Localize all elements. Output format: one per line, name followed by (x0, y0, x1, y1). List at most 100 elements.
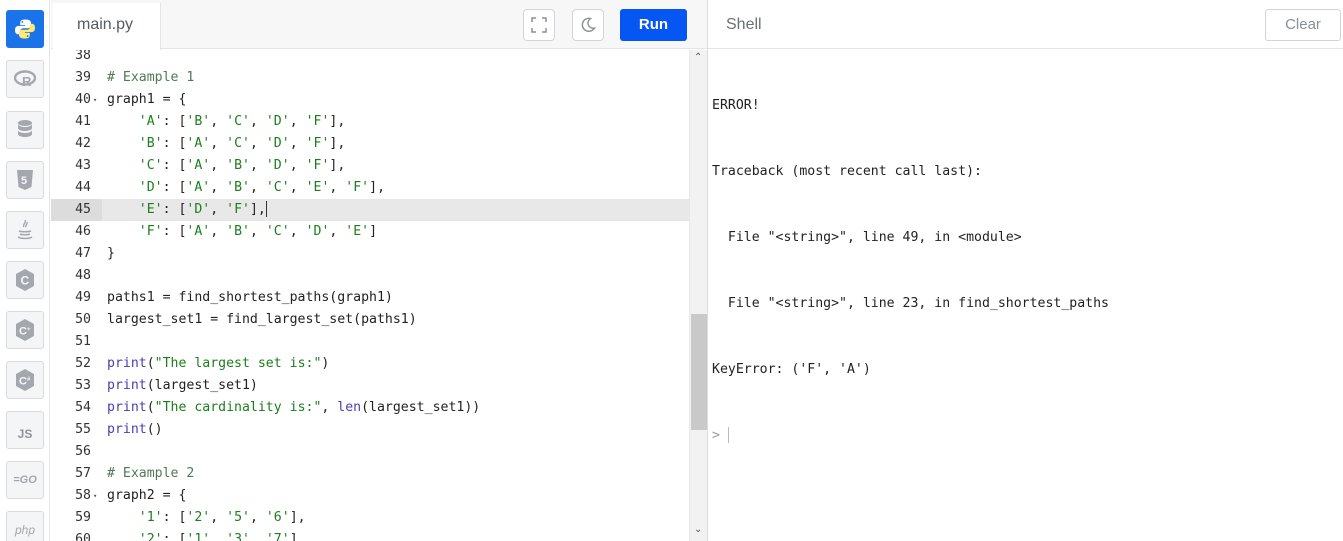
clear-button[interactable]: Clear (1265, 9, 1341, 41)
shell-output[interactable]: ERROR! Traceback (most recent call last)… (712, 51, 1332, 469)
code-text: graph1 = { (107, 92, 187, 107)
line-number: 55 (75, 422, 91, 437)
code-text: 'D': ['A', 'B', 'C', 'E', 'F'], (138, 180, 386, 195)
fold-arrow-icon[interactable]: ▾ (93, 89, 97, 111)
run-button[interactable]: Run (620, 9, 687, 41)
fullscreen-button[interactable] (523, 9, 555, 41)
moon-icon (581, 17, 596, 32)
svg-text:C: C (21, 274, 30, 288)
line-number: 60 (75, 532, 91, 541)
code-line[interactable]: 53 print(largest_set1) (51, 375, 689, 397)
svg-text:+: + (27, 327, 31, 333)
code-line[interactable]: 42 'B': ['A', 'C', 'D', 'F'], (51, 133, 689, 155)
code-line[interactable]: 59 '1': ['2', '5', '6'], (51, 507, 689, 529)
python-icon[interactable] (6, 10, 44, 48)
code-line[interactable]: 52 print("The largest set is:") (51, 353, 689, 375)
shell-output-line: ERROR! (712, 98, 760, 113)
code-text: '1': ['2', '5', '6'], (138, 510, 306, 525)
code-line[interactable]: 40 ▾ graph1 = { (51, 89, 689, 111)
shell-output-line: KeyError: ('F', 'A') (712, 362, 871, 377)
cpp-icon[interactable]: C + (6, 311, 44, 349)
code-line[interactable]: 41 'A': ['B', 'C', 'D', 'F'], (51, 111, 689, 133)
line-number: 46 (75, 224, 91, 239)
svg-text:R: R (22, 74, 32, 88)
js-icon[interactable]: JS (6, 411, 44, 449)
line-number: 58 (75, 488, 91, 503)
code-line[interactable]: 58 ▾ graph2 = { (51, 485, 689, 507)
code-line[interactable]: 57 # Example 2 (51, 463, 689, 485)
code-line[interactable]: 48 (51, 265, 689, 287)
scroll-up-arrow-icon[interactable]: ⌃ (694, 52, 702, 63)
line-number: 43 (75, 158, 91, 173)
code-line[interactable]: 39 # Example 1 (51, 67, 689, 89)
code-line[interactable]: 47} (51, 243, 689, 265)
line-number: 45 (75, 202, 91, 217)
code-text: 'B': ['A', 'C', 'D', 'F'], (138, 136, 346, 151)
shell-prompt: > (712, 428, 720, 443)
theme-toggle-button[interactable] (572, 9, 604, 41)
line-number: 50 (75, 312, 91, 327)
line-number: 39 (75, 70, 91, 85)
code-text: graph2 = { (107, 488, 187, 503)
scrollbar-thumb[interactable] (691, 314, 707, 430)
code-line[interactable]: 46 'F': ['A', 'B', 'C', 'D', 'E'] (51, 221, 689, 243)
code-line[interactable]: 38 (51, 50, 689, 67)
line-number: 59 (75, 510, 91, 525)
code-line[interactable]: 45 'E': ['D', 'F'], (51, 199, 689, 221)
line-number: 41 (75, 114, 91, 129)
shell-input-line[interactable]: > (712, 425, 1332, 447)
editor-scrollbar[interactable]: ⌃ ⌄ (689, 50, 707, 541)
r-icon[interactable]: R (6, 60, 44, 98)
fullscreen-icon (531, 17, 547, 33)
shell-header: Shell Clear (708, 0, 1343, 49)
panel-divider[interactable] (707, 0, 708, 541)
svg-text:C: C (19, 326, 27, 338)
code-text: # Example 2 (107, 466, 195, 481)
c-icon[interactable]: C (6, 261, 44, 299)
database-icon[interactable] (6, 111, 44, 149)
shell-cursor (727, 427, 729, 443)
line-number: 57 (75, 466, 91, 481)
code-line[interactable]: 43 'C': ['A', 'B', 'D', 'F'], (51, 155, 689, 177)
svg-text:C: C (19, 376, 27, 388)
code-text: '2': ['1', '3', '7'], (138, 532, 306, 541)
line-number: 56 (75, 444, 91, 459)
code-line[interactable]: 44 'D': ['A', 'B', 'C', 'E', 'F'], (51, 177, 689, 199)
go-icon[interactable]: =GO (6, 461, 44, 499)
code-line[interactable]: 60 '2': ['1', '3', '7'], (51, 529, 689, 541)
code-line[interactable]: 54 print("The cardinality is:", len(large… (51, 397, 689, 419)
code-text: print("The cardinality is:", len(largest… (107, 400, 481, 415)
code-line[interactable]: 51 (51, 331, 689, 353)
line-number: 44 (75, 180, 91, 195)
code-line[interactable]: 56 (51, 441, 689, 463)
file-tab-main-py[interactable]: main.py (53, 3, 161, 50)
code-text: 'F': ['A', 'B', 'C', 'D', 'E'] (138, 224, 378, 239)
line-number: 38 (75, 50, 91, 63)
svg-text:5: 5 (21, 175, 27, 187)
line-number: 51 (75, 334, 91, 349)
scroll-down-arrow-icon[interactable]: ⌄ (694, 524, 702, 535)
code-text: 'C': ['A', 'B', 'D', 'F'], (138, 158, 346, 173)
code-editor[interactable]: 38 39 # Example 1 40 ▾ graph1 = {41 'A': ['B'… (51, 50, 689, 541)
code-text: paths1 = find_shortest_paths(graph1) (107, 290, 393, 305)
fold-arrow-icon[interactable]: ▾ (93, 485, 97, 507)
code-text: print("The largest set is:") (107, 356, 330, 371)
line-number: 53 (75, 378, 91, 393)
shell-output-line: File "<string>", line 49, in <module> (712, 230, 1022, 245)
code-text: } (107, 246, 115, 261)
code-line[interactable]: 50 largest_set1 = find_largest_set(paths1… (51, 309, 689, 331)
java-icon[interactable] (6, 211, 44, 249)
code-text: print() (107, 422, 163, 437)
language-sidebar: R 5 C C + C # JS =GO php (0, 0, 50, 541)
shell-output-line: File "<string>", line 23, in find_shorte… (712, 296, 1109, 311)
csharp-icon[interactable]: C # (6, 361, 44, 399)
text-cursor (265, 201, 267, 217)
php-icon[interactable]: php (6, 511, 44, 541)
code-text: 'A': ['B', 'C', 'D', 'F'], (138, 114, 346, 129)
line-number: 47 (75, 246, 91, 261)
code-line[interactable]: 49 paths1 = find_shortest_paths(graph1) (51, 287, 689, 309)
shell-title: Shell (726, 16, 762, 33)
html5-icon[interactable]: 5 (6, 161, 44, 199)
code-line[interactable]: 55 print() (51, 419, 689, 441)
code-text: print(largest_set1) (107, 378, 258, 393)
